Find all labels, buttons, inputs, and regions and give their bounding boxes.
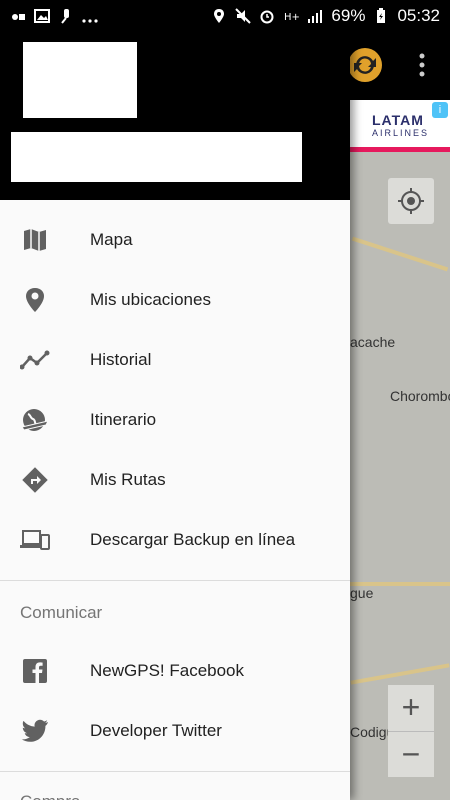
recording-icon (12, 14, 25, 20)
battery-percent: 69% (331, 6, 366, 25)
menu-item-mapa[interactable]: Mapa (0, 210, 350, 270)
status-time: 05:32 (397, 6, 440, 25)
header-avatar-placeholder (23, 42, 137, 118)
menu-item-label: Itinerario (90, 410, 157, 429)
drawer-header (0, 32, 350, 200)
mic-icon (61, 9, 69, 24)
header-account-placeholder (11, 132, 302, 182)
menu-item-label: Developer Twitter (90, 721, 222, 740)
refresh-icon[interactable] (346, 46, 384, 84)
zoom-in-button[interactable]: + (388, 685, 434, 731)
menu-item-label: Mis Rutas (90, 470, 166, 489)
section-title-comunicar: Comunicar (20, 603, 103, 622)
more-dots-icon (82, 19, 98, 23)
ad-brand: LATAM (372, 112, 424, 128)
alarm-icon (260, 10, 274, 24)
menu-item-twitter[interactable]: Developer Twitter (0, 701, 350, 761)
menu-item-historial[interactable]: Historial (0, 330, 350, 390)
globe-plane-icon (20, 405, 50, 435)
overflow-menu-icon[interactable] (414, 50, 430, 80)
ad-subtitle: AIRLINES (372, 128, 430, 138)
history-line-icon (20, 345, 50, 375)
navigation-drawer: Mapa Mis ubicaciones Historial Itinerari… (0, 32, 350, 800)
twitter-icon (20, 716, 50, 746)
facebook-icon (20, 656, 50, 686)
map-icon (20, 225, 50, 255)
map-label: acache (350, 334, 396, 350)
svg-text:H+: H+ (284, 12, 299, 23)
status-right: H+ 69% 05:32 (211, 6, 440, 26)
menu-item-descargar-backup[interactable]: Descargar Backup en línea (0, 510, 350, 570)
devices-icon (20, 525, 50, 555)
map-road (350, 663, 450, 685)
location-pin-icon (20, 285, 50, 315)
signal-icon (308, 10, 323, 23)
status-left (10, 8, 98, 24)
menu-item-itinerario[interactable]: Itinerario (0, 390, 350, 450)
ad-info-icon[interactable]: i (432, 102, 448, 118)
menu-item-mis-rutas[interactable]: Mis Rutas (0, 450, 350, 510)
mute-icon (235, 8, 252, 24)
zoom-out-button[interactable]: − (388, 731, 434, 777)
battery-icon (377, 8, 386, 23)
menu-item-label: NewGPS! Facebook (90, 661, 245, 680)
menu-item-facebook[interactable]: NewGPS! Facebook (0, 641, 350, 701)
menu-item-label: Mis ubicaciones (90, 290, 211, 309)
menu-item-label: Historial (90, 350, 152, 369)
drawer-divider (0, 580, 350, 581)
route-sign-icon (20, 465, 50, 495)
my-location-icon (398, 188, 424, 214)
hplus-icon: H+ (284, 12, 299, 23)
map-road (351, 236, 449, 272)
my-location-button[interactable] (388, 178, 434, 224)
menu-item-mis-ubicaciones[interactable]: Mis ubicaciones (0, 270, 350, 330)
map-label: Chorombo (390, 388, 450, 404)
menu-item-label: Descargar Backup en línea (90, 530, 296, 549)
section-title-compra: Compra (20, 792, 80, 800)
map-label: gue (350, 585, 374, 601)
gallery-icon (34, 9, 50, 23)
status-bar: H+ 69% 05:32 (0, 0, 450, 32)
drawer-divider (0, 771, 350, 772)
menu-item-label: Mapa (90, 230, 133, 249)
location-icon (214, 9, 225, 23)
ad-banner[interactable]: LATAM AIRLINES i (350, 100, 450, 152)
